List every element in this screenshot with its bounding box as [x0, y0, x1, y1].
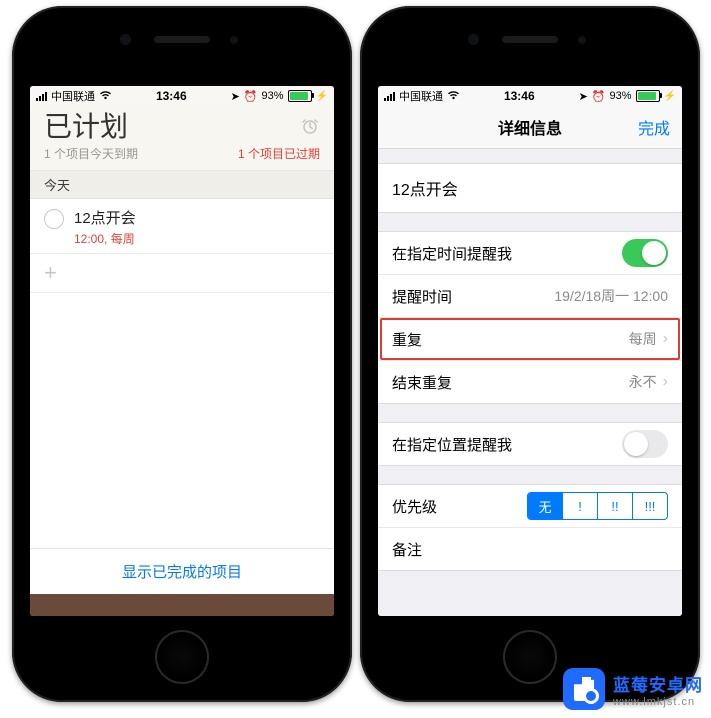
alarm-value: 19/2/18周一 12:00: [554, 286, 668, 306]
list-body: 12点开会 12:00, 每周 +: [30, 199, 334, 548]
remind-time-row: 在指定时间提醒我: [378, 232, 682, 274]
battery-icon: [288, 90, 312, 102]
status-bar: 中国联通 13:46 ➤ ⏰ 93% ⚡: [30, 86, 334, 106]
reminder-content: 12点开会 12:00, 每周: [74, 207, 136, 247]
nav-title: 详细信息: [498, 115, 562, 139]
priority-row: 优先级 无 ! !! !!!: [378, 485, 682, 527]
complete-circle[interactable]: [44, 209, 64, 229]
list-header: 已计划 1 个项目今天到期 1 个项目已过期: [30, 106, 334, 171]
group-location: 在指定位置提醒我: [378, 422, 682, 466]
done-button[interactable]: 完成: [638, 115, 670, 139]
show-completed-button[interactable]: 显示已完成的项目: [30, 548, 334, 594]
reminder-detail: 12:00, 每周: [74, 230, 136, 247]
detail-body: 12点开会 在指定时间提醒我 提醒时间 19/2/18周一 12:00 重复: [378, 149, 682, 616]
phone-right: 中国联通 13:46 ➤ ⏰ 93% ⚡ 详细信息 完成: [360, 6, 700, 702]
watermark-line2: www.lmkjst.cn: [613, 696, 703, 708]
remind-time-label: 在指定时间提醒我: [392, 243, 512, 264]
location-icon: ➤: [231, 90, 240, 103]
repeat-label: 重复: [392, 329, 422, 350]
priority-segmented[interactable]: 无 ! !! !!!: [527, 492, 668, 520]
status-right: ➤ ⏰ 93% ⚡: [579, 90, 676, 103]
wifi-icon: [447, 90, 460, 103]
alarm-label: 提醒时间: [392, 286, 452, 307]
title-field[interactable]: 12点开会: [378, 164, 682, 212]
chevron-right-icon: ›: [663, 373, 668, 391]
add-reminder-button[interactable]: +: [30, 254, 334, 293]
carrier-label: 中国联通: [51, 88, 95, 104]
end-repeat-row[interactable]: 结束重复 永不 ›: [378, 360, 682, 403]
screen-reminders: 中国联通 13:46 ➤ ⏰ 93% ⚡ 已计划: [30, 86, 334, 616]
status-time: 13:46: [156, 89, 187, 103]
end-repeat-value: 永不: [629, 372, 657, 392]
watermark-line1: 蓝莓安卓网: [613, 671, 703, 696]
status-time: 13:46: [504, 89, 535, 103]
sensor: [230, 36, 238, 44]
chevron-right-icon: ›: [663, 330, 668, 348]
home-button[interactable]: [503, 630, 557, 684]
repeat-row[interactable]: 重复 每周 ›: [378, 317, 682, 360]
group-title: 12点开会: [378, 163, 682, 213]
overdue-label: 1 个项目已过期: [238, 145, 320, 162]
priority-label: 优先级: [392, 496, 437, 517]
repeat-value: 每周: [629, 329, 657, 349]
front-camera: [468, 34, 479, 45]
watermark: 蓝莓安卓网 www.lmkjst.cn: [563, 668, 703, 710]
battery-pct: 93%: [610, 90, 632, 102]
remind-time-switch[interactable]: [622, 239, 668, 267]
priority-opt-2[interactable]: !!: [597, 493, 632, 519]
alarm-row[interactable]: 提醒时间 19/2/18周一 12:00: [378, 274, 682, 317]
status-left: 中国联通: [36, 88, 112, 104]
alarm-icon: ⏰: [244, 90, 258, 103]
page-title: 已计划: [44, 112, 320, 143]
carrier-label: 中国联通: [399, 88, 443, 104]
sensor: [578, 36, 586, 44]
status-right: ➤ ⏰ 93% ⚡: [231, 90, 328, 103]
charging-icon: ⚡: [664, 91, 676, 102]
signal-icon: [384, 92, 395, 101]
battery-pct: 93%: [262, 90, 284, 102]
title-value: 12点开会: [392, 176, 458, 200]
wifi-icon: [99, 90, 112, 103]
due-today-label: 1 个项目今天到期: [44, 145, 138, 162]
priority-opt-none[interactable]: 无: [528, 493, 562, 519]
remind-location-label: 在指定位置提醒我: [392, 434, 512, 455]
section-today: 今天: [30, 171, 334, 199]
speaker: [154, 36, 210, 43]
watermark-text: 蓝莓安卓网 www.lmkjst.cn: [613, 671, 703, 708]
end-repeat-label: 结束重复: [392, 372, 452, 393]
status-bar: 中国联通 13:46 ➤ ⏰ 93% ⚡: [378, 86, 682, 106]
charging-icon: ⚡: [316, 91, 328, 102]
watermark-logo-icon: [563, 668, 605, 710]
speaker: [502, 36, 558, 43]
remind-location-row: 在指定位置提醒我: [378, 423, 682, 465]
alarm-icon: ⏰: [592, 90, 606, 103]
group-time: 在指定时间提醒我 提醒时间 19/2/18周一 12:00 重复 每周 ›: [378, 231, 682, 404]
status-left: 中国联通: [384, 88, 460, 104]
bottom-strip: [30, 594, 334, 616]
screen-detail: 中国联通 13:46 ➤ ⏰ 93% ⚡ 详细信息 完成: [378, 86, 682, 616]
reminder-title: 12点开会: [74, 207, 136, 228]
front-camera: [120, 34, 131, 45]
phone-left: 中国联通 13:46 ➤ ⏰ 93% ⚡ 已计划: [12, 6, 352, 702]
nav-bar: 详细信息 完成: [378, 106, 682, 149]
stage: 中国联通 13:46 ➤ ⏰ 93% ⚡ 已计划: [0, 0, 711, 718]
priority-opt-1[interactable]: !: [562, 493, 597, 519]
battery-icon: [636, 90, 660, 102]
location-icon: ➤: [579, 90, 588, 103]
home-button[interactable]: [155, 630, 209, 684]
notes-row[interactable]: 备注: [378, 527, 682, 570]
signal-icon: [36, 92, 47, 101]
reminder-row[interactable]: 12点开会 12:00, 每周: [30, 199, 334, 254]
notes-label: 备注: [392, 539, 422, 560]
group-priority: 优先级 无 ! !! !!! 备注: [378, 484, 682, 571]
priority-opt-3[interactable]: !!!: [632, 493, 667, 519]
clock-icon[interactable]: [300, 116, 320, 141]
remind-location-switch[interactable]: [622, 430, 668, 458]
